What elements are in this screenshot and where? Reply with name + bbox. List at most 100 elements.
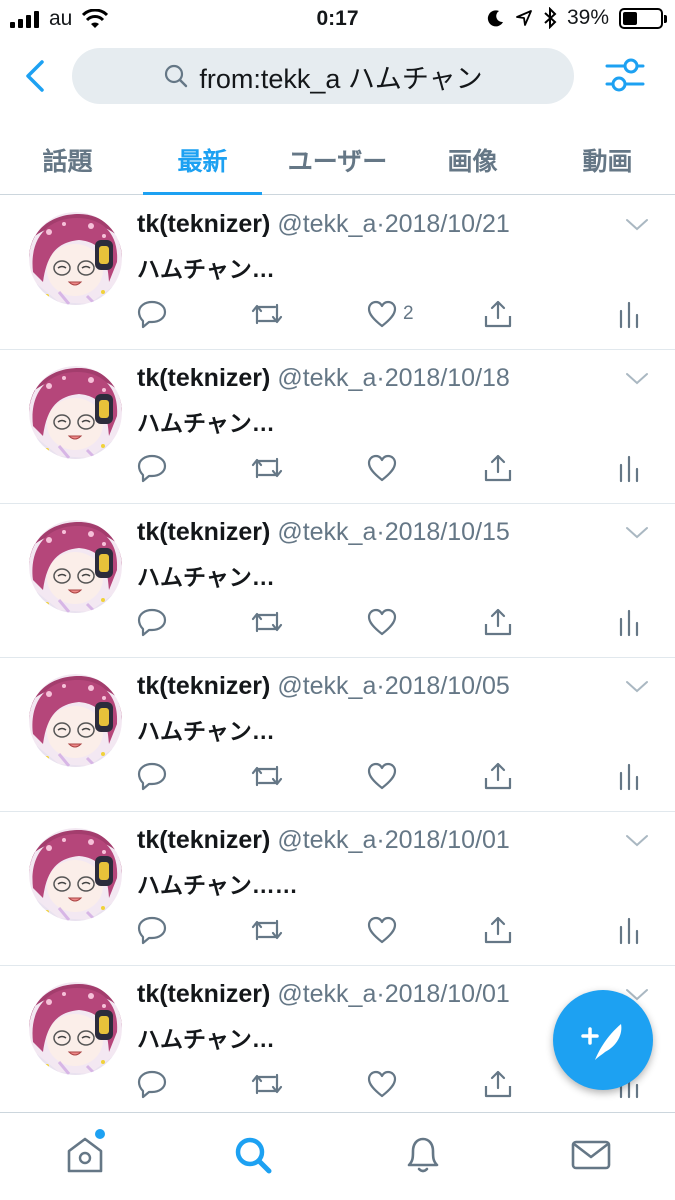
like-button[interactable]	[367, 606, 403, 638]
reply-icon	[137, 299, 167, 329]
tweet-header: tk(teknizer) @tekk_a·2018/10/01	[137, 826, 510, 855]
bottom-navigation	[0, 1112, 675, 1200]
battery-percent: 39%	[566, 6, 609, 29]
tweet-actions	[137, 452, 647, 484]
search-input[interactable]: from:tekk_a ハムチャン	[72, 48, 574, 104]
analytics-button[interactable]	[617, 298, 641, 330]
tweet-text: ハムチャン…	[137, 718, 275, 744]
tab-1[interactable]: 最新	[135, 118, 270, 195]
status-right: 39%	[487, 6, 667, 30]
nav-search-button[interactable]	[231, 1133, 275, 1177]
avatar[interactable]	[29, 520, 122, 613]
tweet-date[interactable]: 2018/10/01	[385, 826, 510, 854]
chevron-down-icon[interactable]	[625, 218, 649, 232]
battery-level	[623, 11, 638, 25]
battery-icon	[619, 7, 667, 29]
nav-home-button[interactable]	[63, 1129, 107, 1177]
analytics-button[interactable]	[617, 914, 641, 946]
back-button[interactable]	[18, 56, 54, 96]
reply-button[interactable]	[137, 1068, 167, 1100]
avatar[interactable]	[29, 828, 122, 921]
notification-dot	[95, 1129, 105, 1139]
reply-button[interactable]	[137, 298, 167, 330]
author-name[interactable]: tk(teknizer)	[137, 672, 270, 700]
like-button[interactable]	[367, 760, 403, 792]
tweet-date[interactable]: 2018/10/01	[385, 980, 510, 1008]
avatar[interactable]	[29, 212, 122, 305]
retweet-button[interactable]	[249, 914, 285, 946]
status-bar: au 0:17 39%	[0, 0, 675, 38]
search-header: from:tekk_a ハムチャン	[0, 38, 675, 118]
tweet[interactable]: tk(teknizer) @tekk_a·2018/10/05 ハムチャン…	[0, 658, 675, 812]
share-button[interactable]	[483, 914, 513, 946]
tweet-date[interactable]: 2018/10/15	[385, 518, 510, 546]
like-button[interactable]	[367, 1068, 403, 1100]
share-button[interactable]	[483, 452, 513, 484]
tweet-actions	[137, 760, 647, 792]
reply-button[interactable]	[137, 914, 167, 946]
share-icon	[483, 761, 513, 791]
chevron-down-icon[interactable]	[625, 372, 649, 386]
tweet[interactable]: tk(teknizer) @tekk_a·2018/10/01 ハムチャン……	[0, 812, 675, 966]
retweet-icon	[249, 915, 285, 945]
like-button[interactable]	[367, 452, 403, 484]
nav-bell-button[interactable]	[401, 1133, 445, 1177]
reply-button[interactable]	[137, 452, 167, 484]
tweet[interactable]: tk(teknizer) @tekk_a·2018/10/15 ハムチャン…	[0, 504, 675, 658]
tab-3[interactable]: 画像	[405, 118, 540, 194]
tweet-date[interactable]: 2018/10/18	[385, 364, 510, 392]
nav-mail-button[interactable]	[569, 1133, 613, 1177]
chevron-down-icon[interactable]	[625, 526, 649, 540]
share-button[interactable]	[483, 1068, 513, 1100]
meta-separator: ·	[376, 518, 385, 546]
heart-icon	[367, 300, 397, 328]
heart-icon	[367, 454, 397, 482]
author-handle: @tekk_a	[277, 518, 377, 546]
avatar[interactable]	[29, 674, 122, 767]
reply-button[interactable]	[137, 760, 167, 792]
author-name[interactable]: tk(teknizer)	[137, 364, 270, 392]
author-handle: @tekk_a	[277, 672, 377, 700]
tweet-header: tk(teknizer) @tekk_a·2018/10/01	[137, 980, 510, 1009]
like-button[interactable]	[367, 914, 403, 946]
tweet-list: tk(teknizer) @tekk_a·2018/10/21 ハムチャン… 2 tk…	[0, 196, 675, 1120]
like-button[interactable]: 2	[367, 298, 414, 330]
share-button[interactable]	[483, 606, 513, 638]
tweet[interactable]: tk(teknizer) @tekk_a·2018/10/21 ハムチャン… 2	[0, 196, 675, 350]
analytics-button[interactable]	[617, 760, 641, 792]
avatar[interactable]	[29, 982, 122, 1075]
retweet-icon	[249, 607, 285, 637]
tweet-text: ハムチャン…	[137, 564, 275, 590]
tweet-date[interactable]: 2018/10/21	[385, 210, 510, 238]
author-name[interactable]: tk(teknizer)	[137, 980, 270, 1008]
tweet-date[interactable]: 2018/10/05	[385, 672, 510, 700]
tab-2[interactable]: ユーザー	[270, 118, 405, 194]
retweet-button[interactable]	[249, 452, 285, 484]
tweet-text: ハムチャン…	[137, 256, 275, 282]
tweet[interactable]: tk(teknizer) @tekk_a·2018/10/18 ハムチャン…	[0, 350, 675, 504]
chevron-down-icon[interactable]	[625, 680, 649, 694]
tab-0[interactable]: 話題	[0, 118, 135, 194]
chevron-down-icon[interactable]	[625, 834, 649, 848]
retweet-button[interactable]	[249, 298, 285, 330]
author-name[interactable]: tk(teknizer)	[137, 518, 270, 546]
share-button[interactable]	[483, 298, 513, 330]
retweet-button[interactable]	[249, 1068, 285, 1100]
reply-icon	[137, 915, 167, 945]
home-icon	[63, 1133, 107, 1182]
share-button[interactable]	[483, 760, 513, 792]
reply-button[interactable]	[137, 606, 167, 638]
sliders-icon[interactable]	[605, 56, 645, 96]
analytics-button[interactable]	[617, 452, 641, 484]
author-handle: @tekk_a	[277, 364, 377, 392]
tab-4[interactable]: 動画	[540, 118, 675, 194]
analytics-button[interactable]	[617, 606, 641, 638]
search-tabs: 話題 最新 ユーザー 画像 動画	[0, 118, 675, 195]
share-icon	[483, 915, 513, 945]
author-name[interactable]: tk(teknizer)	[137, 210, 270, 238]
compose-tweet-button[interactable]	[553, 990, 653, 1090]
retweet-button[interactable]	[249, 760, 285, 792]
retweet-button[interactable]	[249, 606, 285, 638]
avatar[interactable]	[29, 366, 122, 459]
author-name[interactable]: tk(teknizer)	[137, 826, 270, 854]
